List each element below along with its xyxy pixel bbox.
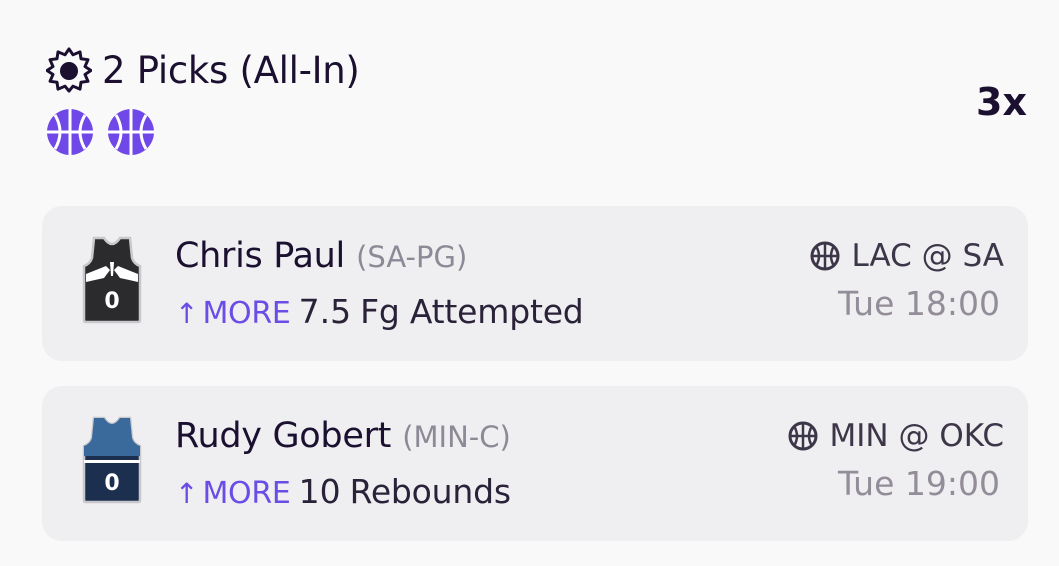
sun-gear-icon — [46, 47, 92, 93]
player-name: Rudy Gobert — [175, 416, 392, 456]
matchup: MIN @ OKC — [788, 418, 1004, 454]
pick-stat: Fg Attempted — [360, 292, 584, 331]
matchup: LAC @ SA — [810, 238, 1004, 274]
arrow-up-icon: ↑ — [175, 477, 199, 510]
payout-multiplier: 3x — [976, 80, 1027, 124]
jersey-number: 0 — [104, 289, 119, 314]
game-time: Tue 18:00 — [838, 284, 1000, 323]
basketball-icon — [788, 421, 818, 451]
arrow-up-icon: ↑ — [175, 297, 199, 330]
basketball-icon — [47, 109, 93, 155]
pick-line: ↑ MORE 7.5 Fg Attempted — [175, 292, 584, 331]
entry-header: 2 Picks (All-In) — [46, 44, 360, 156]
pick-line-value: 10 — [298, 472, 341, 511]
player-name: Chris Paul — [175, 236, 345, 276]
player-position: (SA-PG) — [356, 240, 468, 274]
pick-line-value: 7.5 — [298, 292, 352, 331]
pick-card[interactable]: 0 Chris Paul (SA-PG) ↑ MORE 7.5 Fg Attem… — [42, 206, 1028, 361]
player-position: (MIN-C) — [402, 420, 511, 454]
matchup-text: LAC @ SA — [851, 238, 1004, 274]
matchup-text: MIN @ OKC — [829, 418, 1004, 454]
entry-title: 2 Picks (All-In) — [102, 48, 360, 92]
player-line: Rudy Gobert (MIN-C) — [175, 416, 511, 456]
game-time: Tue 19:00 — [838, 464, 1000, 503]
pick-line: ↑ MORE 10 Rebounds — [175, 472, 511, 511]
player-line: Chris Paul (SA-PG) — [175, 236, 467, 276]
basketball-icon — [108, 109, 154, 155]
basketball-icon — [810, 241, 840, 271]
pick-card[interactable]: 0 Rudy Gobert (MIN-C) ↑ MORE 10 Rebounds… — [42, 386, 1028, 541]
spurs-jersey-icon: 0 — [82, 236, 142, 324]
pick-direction: MORE — [202, 296, 291, 331]
sport-icons — [46, 108, 360, 156]
pick-direction: MORE — [202, 476, 291, 511]
jersey-number: 0 — [104, 471, 119, 496]
pick-stat: Rebounds — [349, 472, 511, 511]
title-row: 2 Picks (All-In) — [46, 44, 360, 96]
timberwolves-jersey-icon: 0 — [82, 416, 142, 504]
